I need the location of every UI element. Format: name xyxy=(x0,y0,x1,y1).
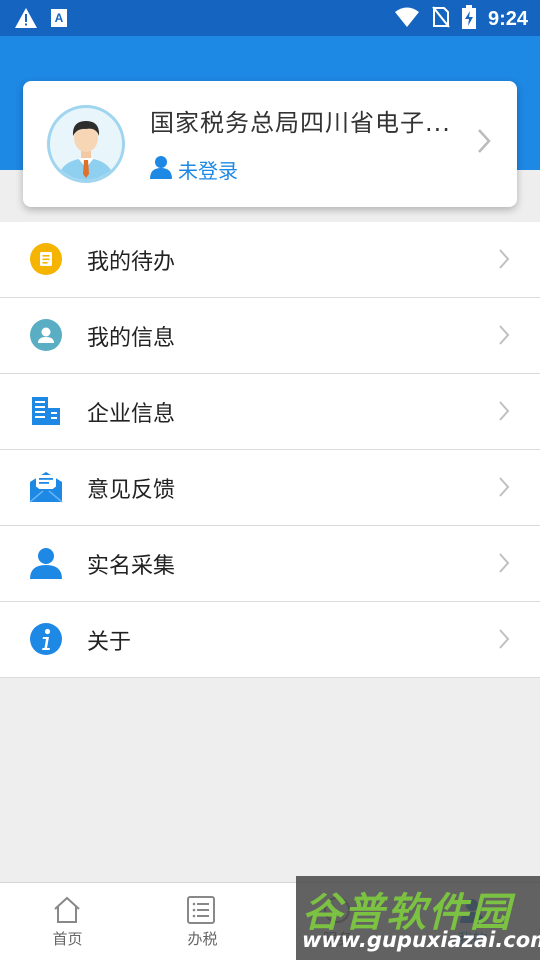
todo-icon xyxy=(29,242,63,276)
watermark-url: www.gupuxiazai.com xyxy=(302,928,540,952)
menu-item-about[interactable]: 关于 xyxy=(0,602,540,678)
font-a-icon: A xyxy=(50,8,68,32)
menu-item-my-info[interactable]: 我的信息 xyxy=(0,298,540,374)
wifi-icon xyxy=(394,6,420,32)
login-status[interactable]: 未登录 xyxy=(150,155,238,184)
person-avatar-icon xyxy=(58,121,114,180)
status-right: 9:24 xyxy=(394,5,528,33)
battery-charging-icon xyxy=(461,5,476,33)
tab-label: 首页 xyxy=(52,930,83,948)
chevron-right-icon xyxy=(477,128,491,158)
user-icon xyxy=(150,155,172,184)
menu-item-label: 关于 xyxy=(87,630,132,655)
info-icon xyxy=(29,622,63,656)
tab-home[interactable]: 首页 xyxy=(0,883,135,961)
chevron-right-icon xyxy=(498,400,510,426)
chevron-right-icon xyxy=(498,324,510,350)
menu-item-label: 企业信息 xyxy=(87,402,176,427)
profile-name: 国家税务总局四川省电子... xyxy=(150,109,451,137)
chevron-right-icon xyxy=(498,628,510,654)
tab-label: 办税 xyxy=(187,930,218,948)
menu-item-company-info[interactable]: 企业信息 xyxy=(0,374,540,450)
menu-item-realname[interactable]: 实名采集 xyxy=(0,526,540,602)
building-icon xyxy=(29,394,63,428)
menu-item-todo[interactable]: 我的待办 xyxy=(0,222,540,298)
user-info-icon xyxy=(29,318,63,352)
person-icon xyxy=(29,546,63,580)
chevron-right-icon xyxy=(498,248,510,274)
svg-text:A: A xyxy=(55,11,64,25)
status-bar: A 9:24 xyxy=(0,0,540,36)
menu-item-label: 实名采集 xyxy=(87,554,176,579)
list-icon xyxy=(186,895,216,929)
menu-item-label: 我的信息 xyxy=(87,326,176,351)
tab-tax[interactable]: 办税 xyxy=(135,883,270,961)
login-status-label: 未登录 xyxy=(178,159,238,183)
status-time: 9:24 xyxy=(487,7,528,30)
menu-item-label: 我的待办 xyxy=(87,250,176,275)
profile-card[interactable]: 国家税务总局四川省电子... 未登录 xyxy=(23,81,517,207)
warning-icon xyxy=(14,7,38,33)
no-sim-icon xyxy=(432,6,450,32)
chevron-right-icon xyxy=(498,552,510,578)
watermark: 谷普软件园 www.gupuxiazai.com xyxy=(296,876,540,960)
menu-item-feedback[interactable]: 意见反馈 xyxy=(0,450,540,526)
chevron-right-icon xyxy=(498,476,510,502)
menu-list: 我的待办 我的信息 企业信息 意见反馈 实名采集 关于 xyxy=(0,222,540,678)
home-icon xyxy=(52,895,82,929)
feedback-mail-icon xyxy=(29,470,63,504)
menu-item-label: 意见反馈 xyxy=(87,478,176,503)
avatar xyxy=(47,105,125,183)
status-left: A xyxy=(14,7,68,33)
